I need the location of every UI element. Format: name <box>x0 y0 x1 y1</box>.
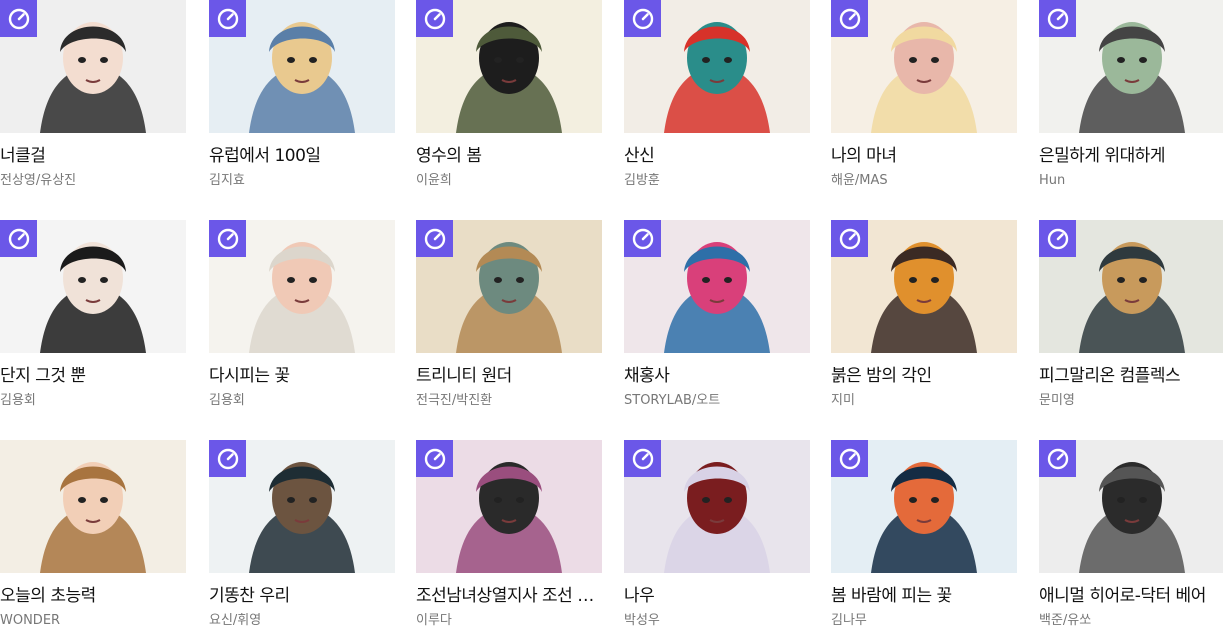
webtoon-thumbnail[interactable] <box>624 0 810 133</box>
webtoon-title[interactable]: 단지 그것 뿐 <box>0 365 186 387</box>
webtoon-card[interactable]: 은밀하게 위대하게 Hun <box>1039 0 1223 189</box>
webtoon-thumbnail[interactable] <box>209 220 395 353</box>
clock-badge-icon <box>209 0 246 37</box>
webtoon-card[interactable]: 영수의 봄이윤희 <box>416 0 602 189</box>
webtoon-thumbnail[interactable] <box>831 220 1017 353</box>
webtoon-card[interactable]: 나우박성우 <box>624 440 810 629</box>
webtoon-thumbnail[interactable] <box>831 440 1017 573</box>
clock-badge-icon <box>1039 440 1076 477</box>
webtoon-author: 이윤희 <box>416 173 452 188</box>
webtoon-thumbnail[interactable] <box>416 220 602 353</box>
webtoon-thumbnail[interactable] <box>624 220 810 353</box>
webtoon-author: 김용회 <box>0 393 36 408</box>
clock-badge-icon <box>209 440 246 477</box>
webtoon-author: 이루다 <box>416 613 452 628</box>
clock-badge-icon <box>624 0 661 37</box>
webtoon-author: 김방훈 <box>624 173 660 188</box>
webtoon-thumbnail[interactable] <box>416 0 602 133</box>
webtoon-title[interactable]: 애니멀 히어로-닥터 베어 <box>1039 585 1223 607</box>
webtoon-title[interactable]: 채홍사 <box>624 365 810 387</box>
clock-badge-icon <box>416 220 453 257</box>
clock-badge-icon <box>416 440 453 477</box>
webtoon-title[interactable]: 오늘의 초능력 <box>0 585 186 607</box>
webtoon-title[interactable]: 영수의 봄 <box>416 145 602 167</box>
webtoon-author: 지미 <box>831 393 855 408</box>
webtoon-thumbnail[interactable] <box>0 440 186 573</box>
webtoon-author: STORYLAB/오트 <box>624 393 721 408</box>
webtoon-card[interactable]: 다시피는 꽃김용회 <box>209 220 395 409</box>
webtoon-thumbnail[interactable] <box>209 0 395 133</box>
clock-badge-icon <box>1039 220 1076 257</box>
webtoon-title[interactable]: 기똥찬 우리 <box>209 585 395 607</box>
webtoon-title[interactable]: 붉은 밤의 각인 <box>831 365 1017 387</box>
clock-badge-icon <box>624 220 661 257</box>
cover-art-illustration <box>0 440 186 573</box>
webtoon-author: 문미영 <box>1039 393 1075 408</box>
webtoon-author: 김지효 <box>209 173 245 188</box>
webtoon-thumbnail[interactable] <box>624 440 810 573</box>
webtoon-card[interactable]: 조선남녀상열지사 조선 마녀이루다 <box>416 440 602 629</box>
webtoon-title[interactable]: 나의 마녀 <box>831 145 1017 167</box>
webtoon-title[interactable]: 나우 <box>624 585 810 607</box>
webtoon-title[interactable]: 유럽에서 100일 <box>209 145 395 167</box>
webtoon-title[interactable]: 피그말리온 컴플렉스 <box>1039 365 1223 387</box>
clock-badge-icon <box>831 220 868 257</box>
clock-badge-icon <box>1039 0 1076 37</box>
webtoon-title[interactable]: 은밀하게 위대하게 <box>1039 145 1223 167</box>
webtoon-card[interactable]: 산신김방훈 <box>624 0 810 189</box>
webtoon-author: 김나무 <box>831 613 867 628</box>
webtoon-thumbnail[interactable] <box>1039 440 1223 573</box>
webtoon-title[interactable]: 너클걸 <box>0 145 186 167</box>
webtoon-card[interactable]: 나의 마녀해윤/MAS <box>831 0 1017 189</box>
clock-badge-icon <box>0 220 37 257</box>
webtoon-author: Hun <box>1039 173 1066 188</box>
webtoon-title[interactable]: 조선남녀상열지사 조선 마녀 <box>416 585 602 607</box>
webtoon-author: 전상영/유상진 <box>0 173 77 188</box>
webtoon-title[interactable]: 봄 바람에 피는 꽃 <box>831 585 1017 607</box>
webtoon-card[interactable]: 너클걸전상영/유상진 <box>0 0 186 189</box>
webtoon-grid: 너클걸 전상영/유상진 유럽에서 100일 김지효 영수의 봄 이윤희 산신 김방훈 나의 마녀… <box>0 0 1223 635</box>
webtoon-author: 김용회 <box>209 393 245 408</box>
clock-badge-icon <box>831 440 868 477</box>
webtoon-card[interactable]: 채홍사 STORYLAB/오트 <box>624 220 810 409</box>
webtoon-author: 전극진/박진환 <box>416 393 493 408</box>
webtoon-card[interactable]: 애니멀 히어로-닥터 베어백준/유쏘 <box>1039 440 1223 629</box>
webtoon-title[interactable]: 산신 <box>624 145 810 167</box>
clock-badge-icon <box>209 220 246 257</box>
webtoon-title[interactable]: 트리니티 원더 <box>416 365 602 387</box>
clock-badge-icon <box>0 0 37 37</box>
clock-badge-icon <box>624 440 661 477</box>
webtoon-thumbnail[interactable] <box>1039 220 1223 353</box>
webtoon-thumbnail[interactable] <box>416 440 602 573</box>
webtoon-thumbnail[interactable] <box>1039 0 1223 133</box>
webtoon-author: 백준/유쏘 <box>1039 613 1092 628</box>
webtoon-card[interactable]: 붉은 밤의 각인지미 <box>831 220 1017 409</box>
webtoon-thumbnail[interactable] <box>209 440 395 573</box>
webtoon-card[interactable]: 단지 그것 뿐김용회 <box>0 220 186 409</box>
webtoon-card[interactable]: 오늘의 초능력 WONDER <box>0 440 186 629</box>
clock-badge-icon <box>416 0 453 37</box>
webtoon-author: WONDER <box>0 613 61 628</box>
webtoon-thumbnail[interactable] <box>0 0 186 133</box>
webtoon-card[interactable]: 피그말리온 컴플렉스문미영 <box>1039 220 1223 409</box>
webtoon-card[interactable]: 유럽에서 100일김지효 <box>209 0 395 189</box>
webtoon-card[interactable]: 트리니티 원더전극진/박진환 <box>416 220 602 409</box>
webtoon-author: 해윤/MAS <box>831 173 888 188</box>
webtoon-author: 요신/휘영 <box>209 613 262 628</box>
webtoon-author: 박성우 <box>624 613 660 628</box>
clock-badge-icon <box>831 0 868 37</box>
webtoon-title[interactable]: 다시피는 꽃 <box>209 365 395 387</box>
webtoon-card[interactable]: 봄 바람에 피는 꽃김나무 <box>831 440 1017 629</box>
webtoon-thumbnail[interactable] <box>0 220 186 353</box>
webtoon-card[interactable]: 기똥찬 우리요신/휘영 <box>209 440 395 629</box>
webtoon-thumbnail[interactable] <box>831 0 1017 133</box>
